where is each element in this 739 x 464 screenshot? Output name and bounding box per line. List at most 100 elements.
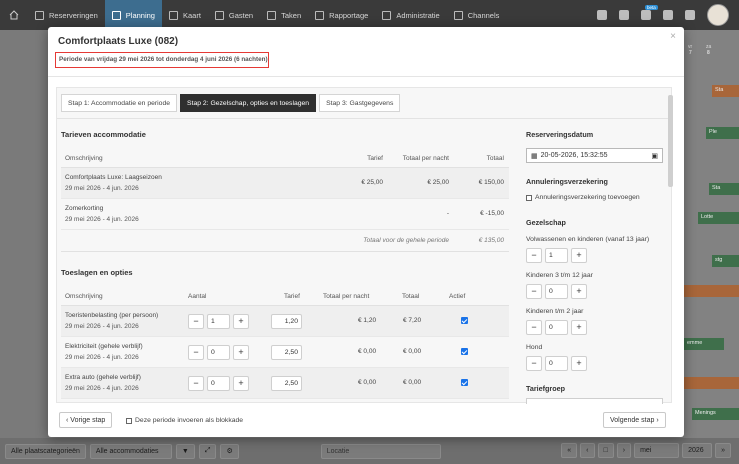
close-icon[interactable]: × bbox=[670, 31, 676, 42]
planning-block[interactable]: stg bbox=[712, 255, 739, 267]
tab-step-3[interactable]: Stap 3: Gastgegevens bbox=[319, 94, 401, 112]
home-button[interactable] bbox=[0, 0, 28, 30]
decrement-button[interactable]: − bbox=[188, 314, 204, 329]
rate-group-select[interactable] bbox=[526, 398, 663, 404]
calendar-icon: ▦ bbox=[531, 152, 538, 160]
children-input[interactable]: 0 bbox=[545, 284, 568, 299]
rate-input[interactable]: 2,50 bbox=[271, 376, 302, 391]
quantity-input[interactable]: 0 bbox=[207, 345, 230, 360]
avatar[interactable] bbox=[707, 4, 729, 26]
nav-taken[interactable]: Taken bbox=[260, 0, 308, 30]
divider bbox=[48, 76, 684, 77]
expand-icon[interactable]: ⤢ bbox=[198, 443, 217, 459]
increment-button[interactable]: + bbox=[233, 345, 249, 360]
previous-step-button[interactable]: ‹ Vorige stap bbox=[59, 412, 113, 428]
nav-channels[interactable]: Channels bbox=[447, 0, 507, 30]
planning-grid-dimmed: Sta Ple Sta Lotte stg emme Menings bbox=[684, 30, 739, 438]
increment-button[interactable]: + bbox=[233, 376, 249, 391]
month-select[interactable]: mei bbox=[634, 443, 680, 458]
dog-input[interactable]: 0 bbox=[545, 356, 568, 371]
planning-block[interactable] bbox=[684, 377, 739, 389]
rate-input[interactable]: 2,50 bbox=[271, 345, 302, 360]
decrement-button[interactable]: − bbox=[526, 320, 542, 335]
insurance-checkbox[interactable]: Annuleringsverzekering toevoegen bbox=[526, 194, 640, 201]
beta-feature-icon[interactable]: beta bbox=[641, 5, 658, 20]
blockade-checkbox[interactable]: Deze periode invoeren als blokkade bbox=[126, 417, 243, 424]
last-page-button[interactable]: » bbox=[715, 443, 731, 458]
print-icon[interactable] bbox=[597, 10, 607, 20]
quantity-input[interactable]: 0 bbox=[207, 376, 230, 391]
top-navigation: Reserveringen Planning Kaart Gasten Take… bbox=[0, 0, 739, 30]
planning-block[interactable]: Menings bbox=[692, 408, 739, 420]
decrement-button[interactable]: − bbox=[188, 345, 204, 360]
decrement-button[interactable]: − bbox=[526, 356, 542, 371]
tab-step-1[interactable]: Stap 1: Accommodatie en periode bbox=[61, 94, 178, 112]
category-filter-select[interactable]: Alle plaatscategorieën bbox=[5, 443, 86, 459]
accommodation-total-row: Totaal voor de gehele periode € 135,00 bbox=[61, 230, 509, 252]
year-select[interactable]: 2026 bbox=[682, 443, 713, 458]
planning-sidebar-dimmed bbox=[0, 30, 48, 438]
period-summary: Periode van vrijdag 29 mei 2026 tot dond… bbox=[55, 52, 269, 68]
nav-planning[interactable]: Planning bbox=[104, 0, 162, 30]
chevron-right-icon: › bbox=[654, 417, 659, 424]
active-checkbox[interactable] bbox=[461, 317, 468, 324]
planning-block[interactable]: emme bbox=[684, 338, 724, 350]
settings-icon[interactable]: ⚙ bbox=[220, 443, 239, 459]
divider bbox=[57, 118, 673, 119]
planning-block[interactable]: Sta bbox=[712, 85, 739, 97]
increment-button[interactable]: + bbox=[233, 314, 249, 329]
reservations-icon bbox=[35, 10, 44, 20]
accommodation-table-header: Omschrijving Tarief Totaal per nacht Tot… bbox=[61, 148, 509, 168]
tasks-icon bbox=[267, 10, 277, 20]
modal-title: Comfortplaats Luxe (082) bbox=[58, 36, 179, 47]
planning-block[interactable] bbox=[684, 285, 739, 297]
tab-step-2[interactable]: Stap 2: Gezelschap, opties en toeslagen bbox=[180, 94, 317, 112]
wizard-steps: Stap 1: Accommodatie en periode Stap 2: … bbox=[61, 94, 401, 112]
nav-reserveringen[interactable]: Reserveringen bbox=[28, 0, 105, 30]
decrement-button[interactable]: − bbox=[526, 248, 542, 263]
quantity-stepper: − 0 + bbox=[188, 376, 249, 391]
checkbox[interactable] bbox=[126, 417, 132, 424]
report-icon bbox=[315, 10, 325, 20]
increment-button[interactable]: + bbox=[571, 356, 587, 371]
scrollbar[interactable] bbox=[668, 95, 673, 187]
active-checkbox[interactable] bbox=[461, 348, 468, 355]
filter-icon[interactable]: ▼ bbox=[175, 443, 195, 459]
today-button[interactable]: □ bbox=[597, 443, 614, 458]
planning-block[interactable]: Sta bbox=[709, 183, 739, 195]
nav-kaart[interactable]: Kaart bbox=[162, 0, 208, 30]
toddlers-stepper: − 0 + bbox=[526, 320, 587, 335]
increment-button[interactable]: + bbox=[571, 320, 587, 335]
decrement-button[interactable]: − bbox=[188, 376, 204, 391]
active-checkbox[interactable] bbox=[461, 379, 468, 386]
quantity-stepper: − 0 + bbox=[188, 345, 249, 360]
nav-administratie[interactable]: Administratie bbox=[375, 0, 446, 30]
next-button[interactable]: › bbox=[616, 443, 632, 458]
decrement-button[interactable]: − bbox=[526, 284, 542, 299]
users-icon[interactable] bbox=[685, 10, 695, 20]
settings-gear-icon[interactable] bbox=[663, 10, 673, 20]
quantity-input[interactable]: 1 bbox=[207, 314, 230, 329]
reservation-date-input[interactable]: ▦ 20-05-2026, 15:32:55 ▣ bbox=[526, 148, 663, 163]
nav-rapportage[interactable]: Rapportage bbox=[308, 0, 375, 30]
extras-title: Toeslagen en opties bbox=[61, 268, 133, 277]
next-step-button[interactable]: Volgende stap › bbox=[603, 412, 666, 428]
wizard-body: Stap 1: Accommodatie en periode Stap 2: … bbox=[56, 87, 673, 404]
increment-button[interactable]: + bbox=[571, 248, 587, 263]
first-page-button[interactable]: « bbox=[561, 443, 578, 458]
planning-block[interactable]: Ple bbox=[706, 127, 739, 139]
planning-icon bbox=[111, 10, 121, 20]
location-search-input[interactable]: Locatie bbox=[320, 443, 441, 459]
rate-input[interactable]: 1,20 bbox=[271, 314, 302, 329]
adults-input[interactable]: 1 bbox=[545, 248, 568, 263]
planning-block[interactable]: Lotte bbox=[698, 212, 739, 224]
nav-gasten[interactable]: Gasten bbox=[208, 0, 260, 30]
table-row: Extra auto (gehele verblijf) 29 mei 2026… bbox=[61, 368, 509, 399]
increment-button[interactable]: + bbox=[571, 284, 587, 299]
toddlers-input[interactable]: 0 bbox=[545, 320, 568, 335]
checkbox[interactable] bbox=[526, 194, 532, 201]
prev-button[interactable]: ‹ bbox=[580, 443, 595, 458]
calendar-picker-icon[interactable]: ▣ bbox=[651, 152, 658, 160]
cloud-icon[interactable] bbox=[619, 10, 629, 20]
accommodation-filter-select[interactable]: Alle accommodaties bbox=[89, 443, 172, 459]
